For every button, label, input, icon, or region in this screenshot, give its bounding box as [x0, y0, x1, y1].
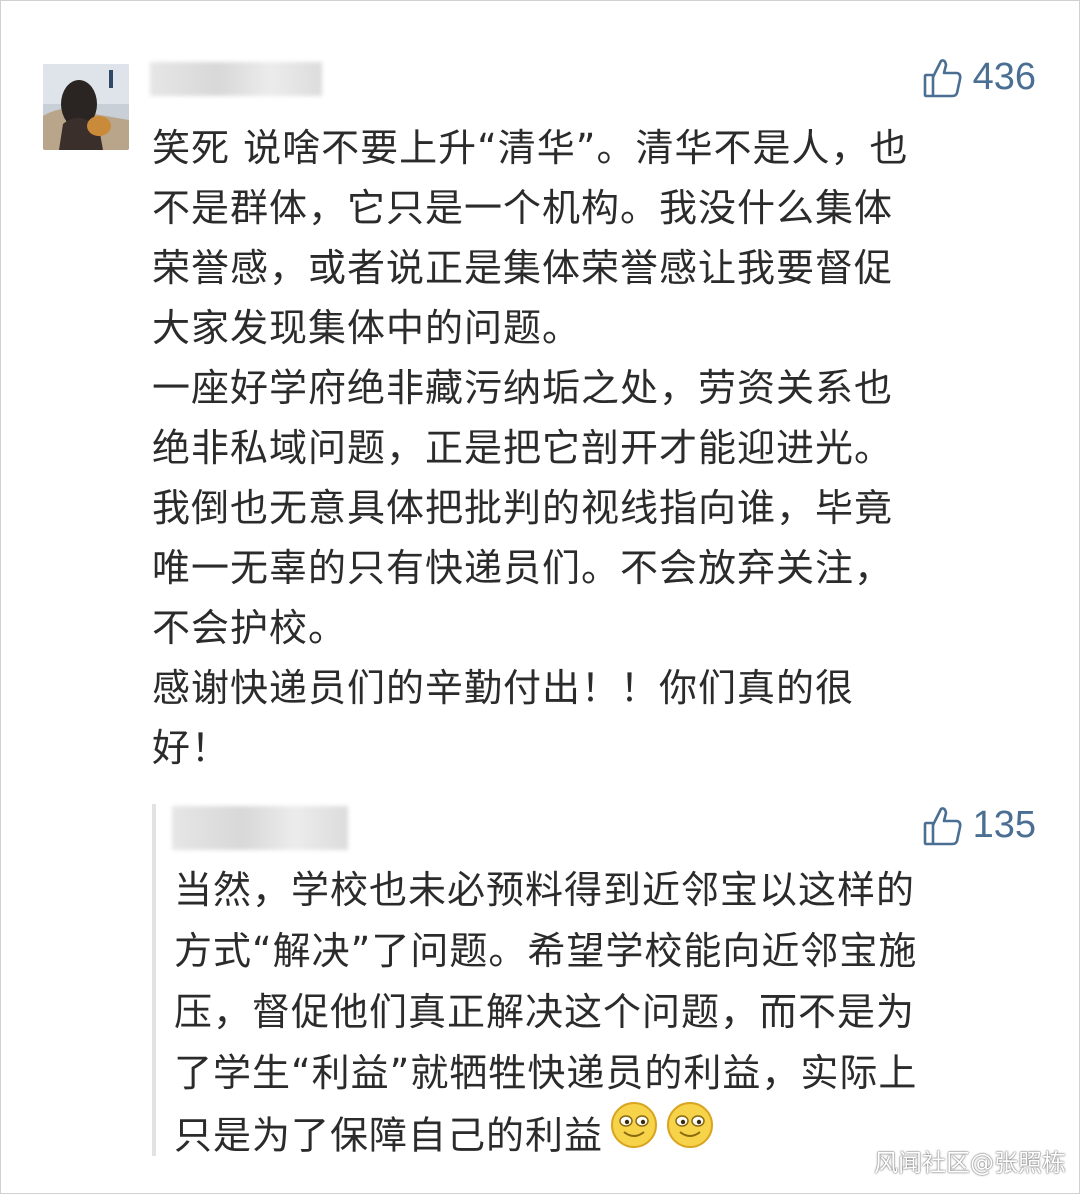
thumbs-up-icon	[923, 57, 963, 99]
reply-body: 当然，学校也未必预料得到近邻宝以这样的 方式“解决”了问题。希望学校能向近邻宝施…	[174, 860, 1034, 1172]
comment-body: 笑死 说啥不要上升“清华”。清华不是人，也 不是群体，它只是一个机构。我没什么集…	[152, 118, 1032, 778]
watermark: 风闻社区@张照栋	[874, 1149, 1066, 1177]
reply-text: 当然，学校也未必预料得到近邻宝以这样的 方式“解决”了问题。希望学校能向近邻宝施…	[174, 868, 918, 1158]
reply-divider	[152, 804, 156, 1156]
reply-username-redacted	[172, 806, 348, 850]
thumbs-up-icon	[923, 805, 963, 847]
comment-paragraph: 笑死 说啥不要上升“清华”。清华不是人，也 不是群体，它只是一个机构。我没什么集…	[152, 126, 909, 350]
comment-paragraph: 我倒也无意具体把批判的视线指向谁，毕竟 唯一无辜的只有快递员们。不会放弃关注， …	[152, 486, 894, 650]
smiley-icon	[609, 1100, 659, 1168]
comment-paragraph: 感谢快递员们的辛勤付出！！你们真的很 好！	[152, 666, 855, 770]
comment-paragraph: 一座好学府绝非藏污纳垢之处，劳资关系也 绝非私域问题，正是把它剖开才能迎进光。	[152, 366, 894, 470]
reply-like-button[interactable]: 135	[923, 804, 1036, 847]
avatar[interactable]	[43, 64, 129, 150]
username-redacted	[150, 62, 322, 96]
smiley-icon	[665, 1100, 715, 1168]
comment-like-count: 436	[972, 56, 1036, 98]
reply-like-count: 135	[972, 804, 1036, 846]
comment-like-button[interactable]: 436	[923, 56, 1036, 99]
